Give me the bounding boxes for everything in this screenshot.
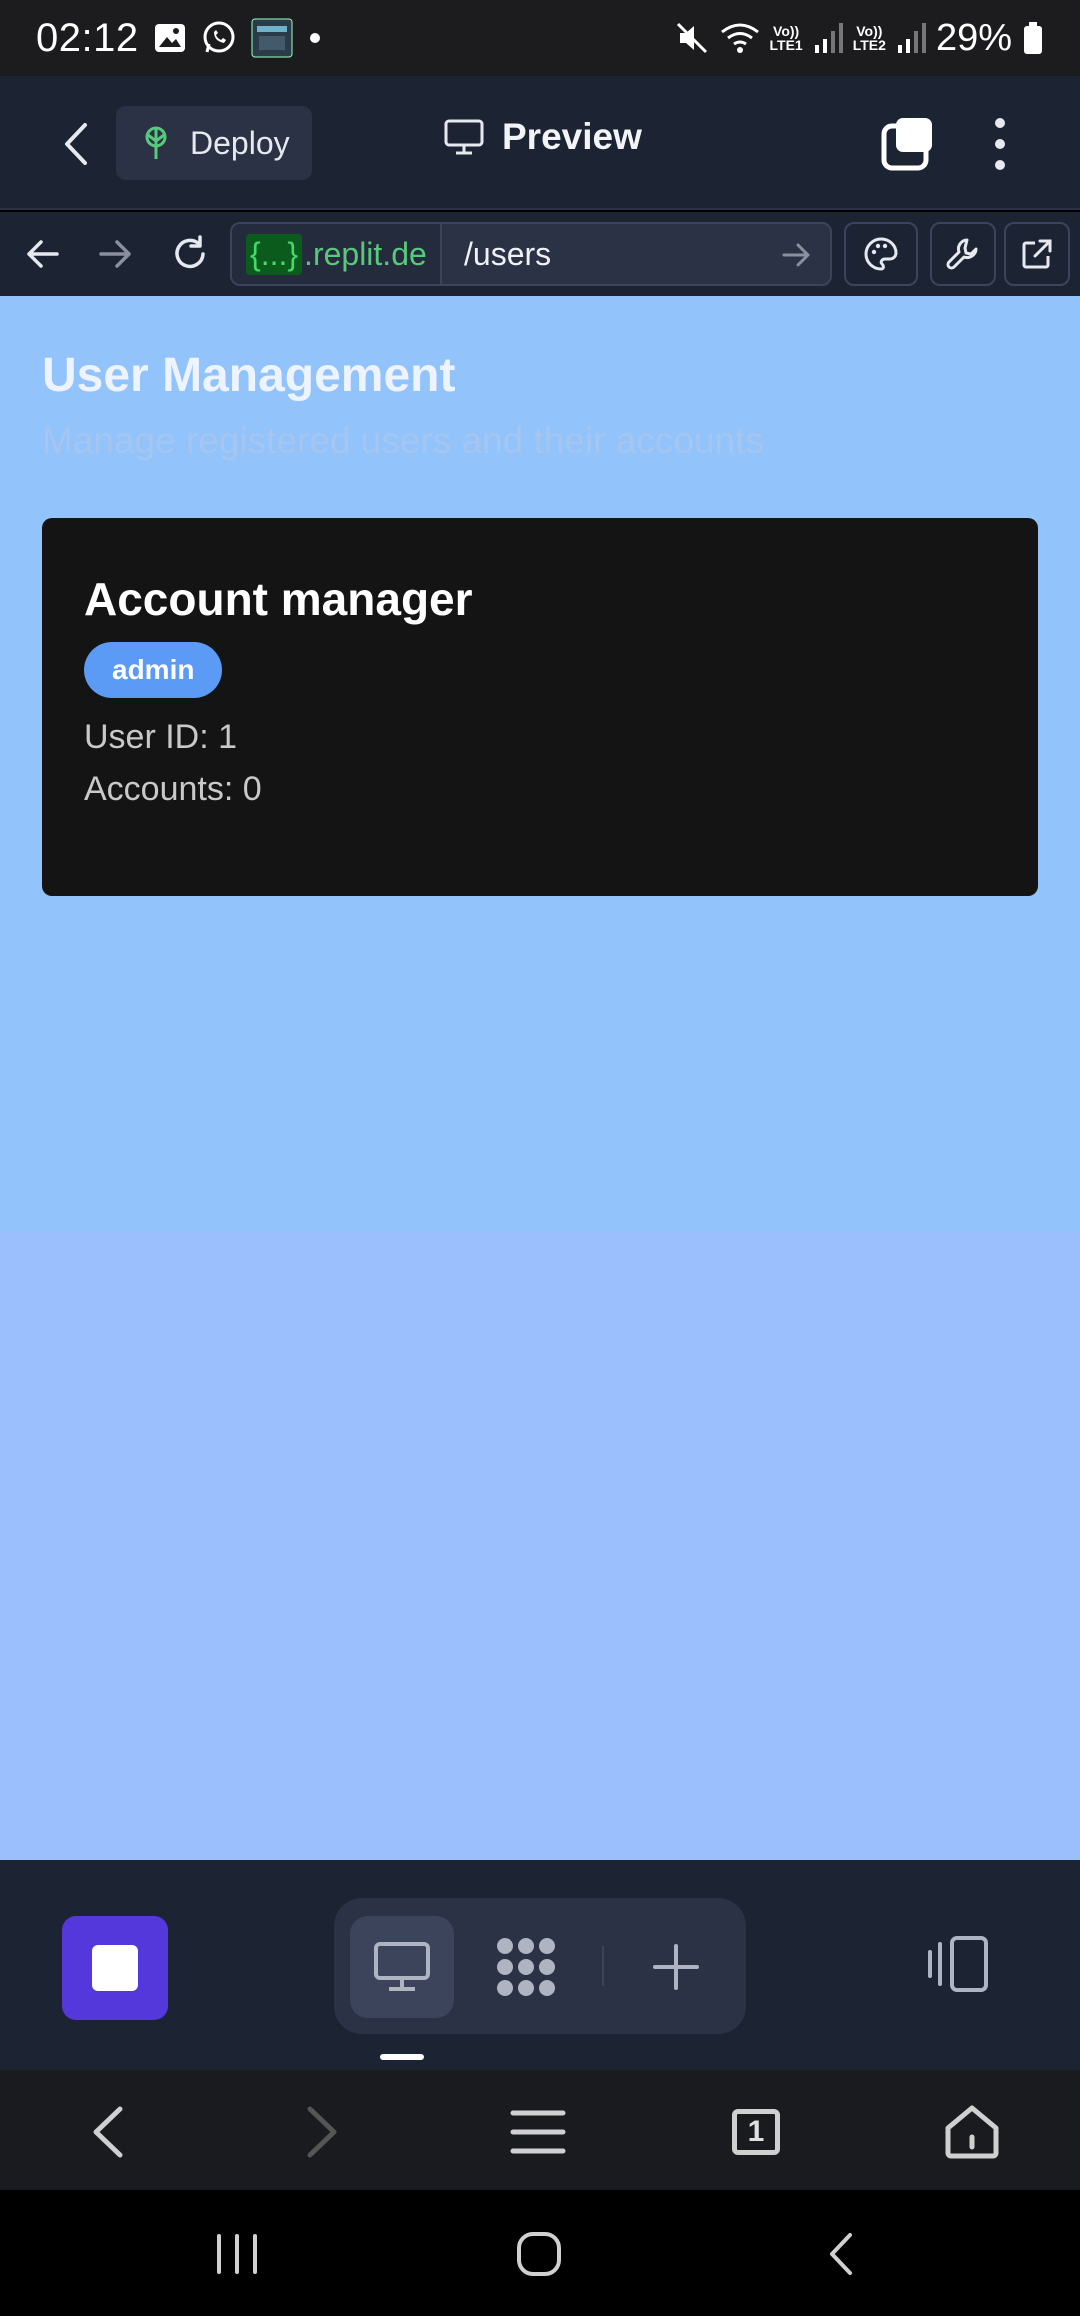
kebab-dot	[995, 118, 1005, 128]
chevron-right-icon	[307, 2106, 337, 2158]
signal-bars-icon	[813, 21, 843, 55]
url-domain: {...} .replit.de	[232, 224, 442, 284]
user-id-text: User ID: 1	[84, 718, 238, 756]
url-domain-code: {...}	[246, 233, 303, 275]
toolbar-indicator	[380, 2054, 424, 2060]
deploy-button[interactable]: Deploy	[116, 106, 312, 180]
external-link-icon	[1022, 239, 1052, 269]
browser-nav-forward-button[interactable]	[290, 2100, 354, 2164]
theme-button[interactable]	[844, 222, 918, 286]
refresh-button[interactable]	[168, 232, 212, 276]
monitor-icon	[374, 1942, 430, 1991]
accounts-count-text: Accounts: 0	[84, 770, 262, 808]
kebab-menu-button[interactable]	[980, 112, 1020, 176]
stop-button[interactable]	[62, 1916, 168, 2020]
page-subtitle: Manage registered users and their accoun…	[42, 420, 764, 461]
chevron-left-icon	[830, 2233, 852, 2275]
deploy-label: Deploy	[190, 124, 290, 161]
layout-toggle-button[interactable]	[926, 1934, 992, 1994]
sim2-label: LTE2	[852, 37, 886, 53]
browser-menu-button[interactable]	[506, 2100, 570, 2164]
signal-bars-icon-2	[896, 21, 926, 55]
image-icon	[153, 21, 187, 55]
go-arrow-icon[interactable]	[780, 238, 814, 272]
url-path: /users	[464, 235, 552, 272]
devtools-button[interactable]	[930, 222, 996, 286]
top-bar: Deploy Preview	[0, 76, 1080, 210]
sim1-label: LTE1	[769, 37, 803, 53]
tabs-button[interactable]	[880, 116, 936, 172]
add-pane-button[interactable]	[624, 1916, 728, 2018]
layout-toggle-icon	[928, 1936, 988, 1992]
kebab-dot	[995, 139, 1005, 149]
user-name: Account manager	[84, 573, 473, 625]
status-left: 02:12	[36, 16, 323, 61]
system-nav-bar	[0, 2190, 1080, 2316]
webview: User Management Manage registered users …	[0, 296, 1080, 1860]
recents-button[interactable]	[202, 2224, 272, 2284]
menu-icon	[510, 2110, 566, 2154]
role-badge: admin	[84, 642, 223, 698]
system-back-button[interactable]	[806, 2224, 876, 2284]
browser-forward-button[interactable]	[94, 232, 138, 276]
status-right: Vo)) LTE1 Vo)) LTE2 29%	[674, 17, 1044, 60]
bottom-toolbar	[0, 1860, 1080, 2070]
plus-icon	[653, 1944, 699, 1990]
system-home-button[interactable]	[504, 2224, 574, 2284]
game-thumbnail-icon	[251, 18, 293, 58]
pane-divider	[602, 1946, 604, 1986]
dots-grid-icon	[497, 1938, 555, 1996]
back-button[interactable]	[52, 116, 100, 172]
signal-icon-sim1: Vo)) LTE1	[770, 24, 803, 52]
wifi-icon	[720, 20, 760, 56]
browser-home-button[interactable]	[940, 2100, 1004, 2164]
url-row: {...} .replit.de /users	[0, 212, 1080, 296]
user-card[interactable]: Account manager admin User ID: 1 Account…	[42, 518, 1038, 896]
open-external-button[interactable]	[1004, 222, 1070, 286]
status-bar: 02:12 Vo)) LTE1 Vo)) LTE2 29%	[0, 0, 1080, 76]
home-circle-icon	[517, 2232, 561, 2276]
whatsapp-icon	[201, 20, 237, 56]
browser-nav-back-button[interactable]	[76, 2100, 140, 2164]
deploy-icon	[145, 126, 167, 159]
recents-icon	[217, 2234, 257, 2274]
webview-background-lower	[0, 1232, 1080, 1860]
kebab-dot	[995, 160, 1005, 170]
home-icon	[945, 2105, 999, 2159]
pane-switcher	[334, 1898, 746, 2034]
apps-pane-button[interactable]	[474, 1916, 578, 2018]
notification-dot-icon	[307, 30, 323, 46]
preview-label: Preview	[502, 116, 642, 157]
url-domain-host: .replit.de	[304, 235, 427, 272]
tab-count: 1	[732, 2109, 780, 2155]
mute-icon	[674, 20, 710, 56]
battery-percent: 29%	[935, 16, 1012, 59]
browser-back-button[interactable]	[20, 232, 64, 276]
tabs-icon	[881, 118, 932, 171]
volte-label-2: Vo))	[856, 23, 883, 39]
refresh-icon	[175, 235, 205, 269]
page-title: User Management	[42, 349, 456, 402]
chevron-left-icon	[65, 123, 87, 165]
palette-icon	[864, 237, 898, 271]
signal-icon-sim2: Vo)) LTE2	[853, 24, 886, 52]
browser-nav-bar: 1	[0, 2070, 1080, 2190]
stop-icon	[92, 1945, 138, 1991]
wrench-icon	[946, 238, 978, 270]
monitor-icon	[444, 119, 484, 155]
browser-tabs-button[interactable]: 1	[724, 2100, 788, 2164]
arrow-left-icon	[27, 240, 59, 268]
volte-label: Vo))	[773, 23, 800, 39]
battery-icon	[1022, 21, 1044, 55]
status-time: 02:12	[36, 15, 139, 60]
arrow-right-icon	[99, 240, 131, 268]
preview-title: Preview	[444, 116, 642, 158]
preview-pane-button[interactable]	[350, 1916, 454, 2018]
chevron-left-icon	[93, 2106, 123, 2158]
url-input[interactable]: {...} .replit.de /users	[230, 222, 832, 286]
